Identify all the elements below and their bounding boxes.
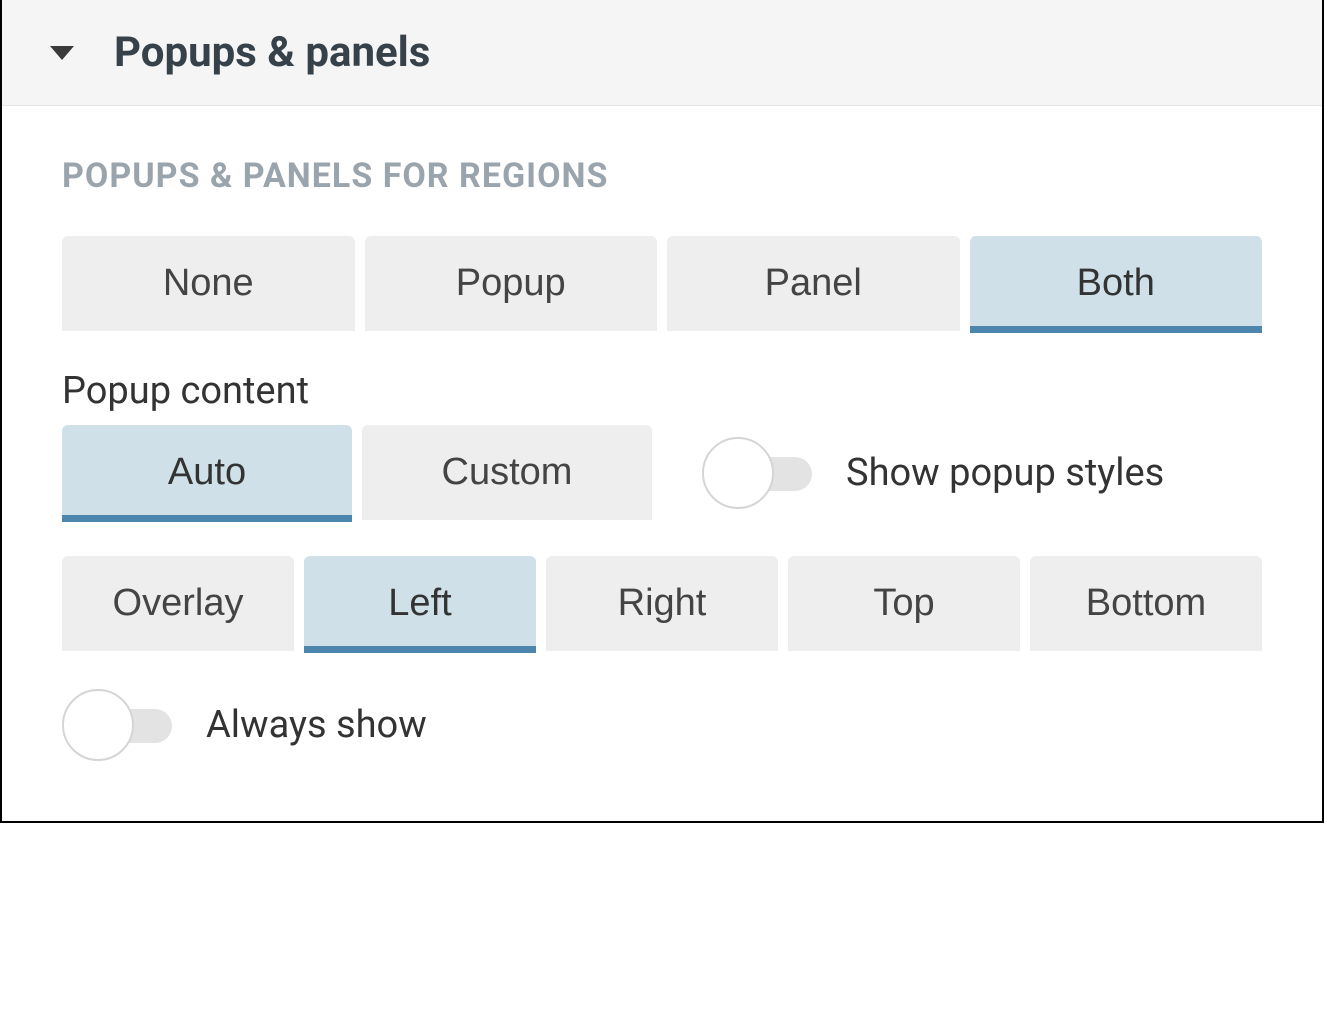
- position-option-right[interactable]: Right: [546, 556, 778, 651]
- position-option-top[interactable]: Top: [788, 556, 1020, 651]
- popup-content-option-auto[interactable]: Auto: [62, 425, 352, 520]
- position-option-bottom[interactable]: Bottom: [1030, 556, 1262, 651]
- mode-option-popup[interactable]: Popup: [365, 236, 658, 331]
- always-show-label: Always show: [206, 703, 427, 747]
- popup-content-option-custom[interactable]: Custom: [362, 425, 652, 520]
- mode-option-none[interactable]: None: [62, 236, 355, 331]
- section-title: Popups & panels: [114, 28, 430, 77]
- always-show-toggle[interactable]: [62, 689, 182, 761]
- mode-segmented-control: None Popup Panel Both: [62, 236, 1262, 331]
- mode-option-panel[interactable]: Panel: [667, 236, 960, 331]
- toggle-knob: [702, 437, 774, 509]
- popup-content-label: Popup content: [62, 369, 1262, 413]
- show-popup-styles-row: Show popup styles: [702, 437, 1164, 509]
- toggle-knob: [62, 689, 134, 761]
- always-show-row: Always show: [62, 689, 1262, 761]
- mode-option-both[interactable]: Both: [970, 236, 1263, 331]
- popups-panels-panel: Popups & panels POPUPS & PANELS FOR REGI…: [0, 0, 1324, 823]
- section-header[interactable]: Popups & panels: [2, 0, 1322, 106]
- position-segmented-control: Overlay Left Right Top Bottom: [62, 556, 1262, 651]
- position-option-overlay[interactable]: Overlay: [62, 556, 294, 651]
- subsection-label: POPUPS & PANELS FOR REGIONS: [62, 156, 1262, 196]
- popup-content-segmented-control: Auto Custom: [62, 425, 652, 520]
- position-option-left[interactable]: Left: [304, 556, 536, 651]
- caret-down-icon: [50, 46, 74, 60]
- section-content: POPUPS & PANELS FOR REGIONS None Popup P…: [2, 106, 1322, 821]
- show-popup-styles-label: Show popup styles: [846, 451, 1164, 495]
- show-popup-styles-toggle[interactable]: [702, 437, 822, 509]
